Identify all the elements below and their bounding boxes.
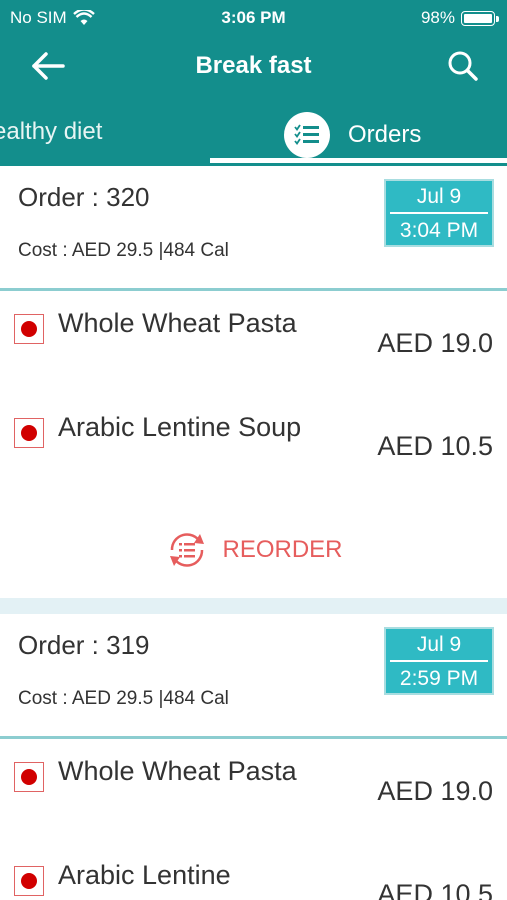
- tab-orders[interactable]: Orders: [284, 112, 421, 158]
- orders-tab-icon-circle: [284, 112, 330, 158]
- order-cost: Cost : AED 29.5 |484 Cal: [18, 240, 229, 261]
- tab-bar: ealthy diet Orders: [0, 104, 507, 166]
- order-card: Order : 320 Cost : AED 29.5 |484 Cal Jul…: [0, 166, 507, 598]
- search-icon: [448, 51, 478, 81]
- card-separator: [0, 598, 507, 614]
- food-indicator-icon: [14, 314, 44, 344]
- tab-orders-label: Orders: [348, 121, 422, 148]
- item-price: AED 10.5: [377, 879, 493, 900]
- page-title: Break fast: [195, 52, 312, 79]
- navigation-bar: Break fast: [0, 38, 507, 98]
- reorder-icon: [170, 533, 205, 567]
- status-right: 98%: [420, 8, 499, 28]
- app-header: No SIM 3:06 PM 98% Break fast ealthy die…: [0, 0, 507, 166]
- battery-percent: 98%: [420, 8, 455, 27]
- tab-indicator: [210, 158, 507, 163]
- item-price: AED 10.5: [377, 431, 493, 461]
- divider: [0, 736, 507, 739]
- item-name: Whole Wheat Pasta: [58, 308, 297, 338]
- search-button[interactable]: [447, 50, 483, 86]
- order-cost: Cost : AED 29.5 |484 Cal: [18, 688, 229, 709]
- order-time: 3:04 PM: [399, 219, 479, 242]
- item-name: Arabic Lentine Soup: [58, 412, 302, 442]
- order-date: Jul 9: [390, 629, 488, 662]
- reorder-label: REORDER: [222, 536, 343, 563]
- item-name: Whole Wheat Pasta: [58, 756, 297, 786]
- status-bar: No SIM 3:06 PM 98%: [0, 0, 507, 36]
- order-date-badge: Jul 9 3:04 PM: [384, 179, 494, 247]
- order-time: 2:59 PM: [399, 667, 479, 690]
- item-name: Arabic Lentine: [58, 860, 231, 890]
- food-indicator-icon: [14, 418, 44, 448]
- item-price: AED 19.0: [377, 328, 493, 358]
- order-date-badge: Jul 9 2:59 PM: [384, 627, 494, 695]
- tab-healthy-diet[interactable]: ealthy diet: [0, 118, 102, 146]
- battery-icon: [461, 10, 499, 26]
- order-date: Jul 9: [390, 181, 488, 214]
- order-card: Order : 319 Cost : AED 29.5 |484 Cal Jul…: [0, 614, 507, 900]
- food-indicator-icon: [14, 762, 44, 792]
- item-price: AED 19.0: [377, 776, 493, 806]
- checklist-icon: [294, 124, 319, 146]
- food-indicator-icon: [14, 866, 44, 896]
- order-number: Order : 320: [18, 182, 150, 212]
- order-number: Order : 319: [18, 630, 150, 660]
- reorder-button[interactable]: REORDER: [0, 528, 507, 572]
- divider: [0, 288, 507, 291]
